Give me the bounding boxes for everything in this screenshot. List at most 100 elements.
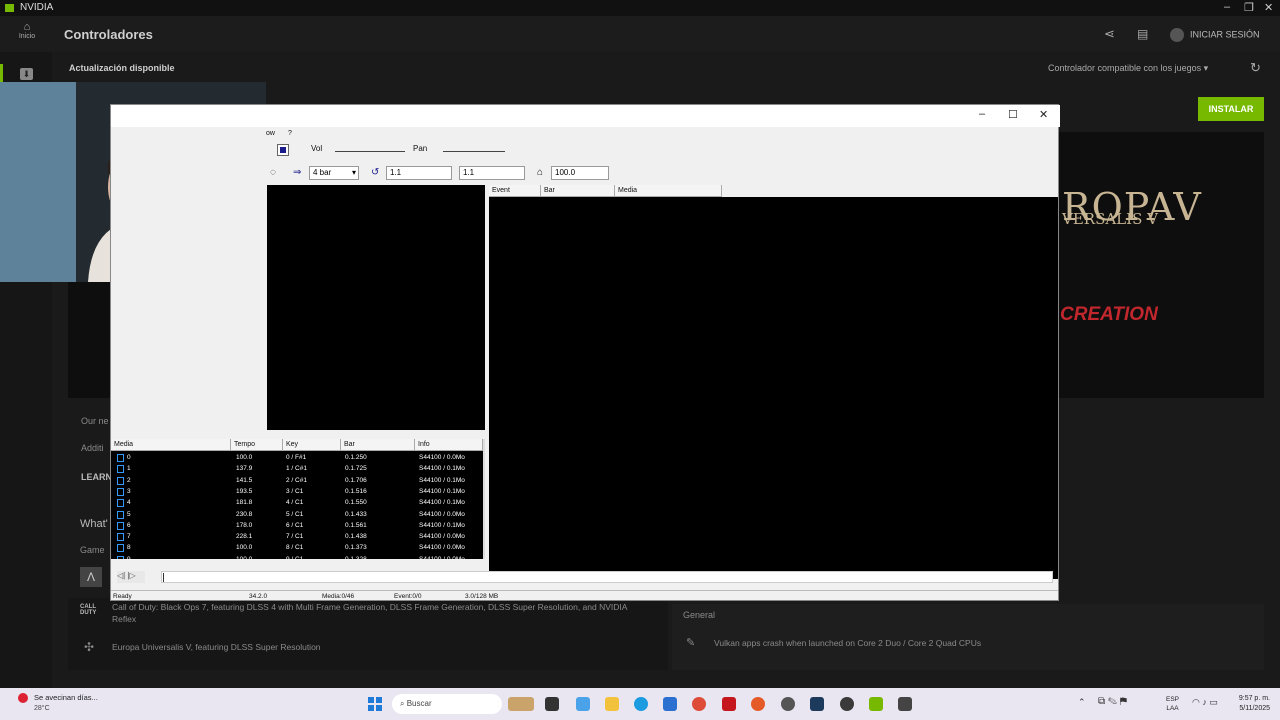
taskbar-search[interactable]: ⌕ Buscar [392,694,502,714]
side-text-3[interactable]: LEARN [81,472,112,482]
game-item-cod[interactable]: Call of Duty: Black Ops 7, featuring DLS… [112,601,652,625]
loop-start-field[interactable]: 1.1 [386,166,452,180]
playhead[interactable] [163,573,164,582]
edge-icon[interactable] [634,697,648,711]
arrow-icon[interactable]: ⇒ [293,167,301,178]
menu-window[interactable]: ow [266,130,275,137]
maximize-icon[interactable]: ☐ [1008,108,1018,121]
tray-icons[interactable]: ⧉ ✎ ⚑ [1098,696,1127,707]
steam-icon[interactable] [810,697,824,711]
restore-icon[interactable]: ❐ [1244,1,1254,14]
media-id: 6 [127,521,131,529]
refresh-icon[interactable]: ↻ [1250,60,1261,76]
driver-type-select[interactable]: Controlador compatible con los juegos ▾ [1048,63,1208,74]
share-icon[interactable]: ⋖ [1104,26,1115,42]
copilot-icon[interactable] [576,697,590,711]
status-tempo: 34.2.0 [249,593,268,600]
loop-end-field[interactable]: 1.1 [459,166,525,180]
col-media[interactable]: Media [615,185,722,197]
app-icon[interactable] [840,697,854,711]
close-icon[interactable]: ✕ [1039,108,1048,121]
media-key: 5 / C1 [286,510,304,518]
feedback-icon[interactable]: ▤ [1137,27,1148,41]
media-player-icon[interactable] [751,697,765,711]
audio-file-icon [117,533,124,542]
clock[interactable]: 9:57 p. m. 5/11/2025 [1230,694,1270,714]
acrobat-icon[interactable] [722,697,736,711]
col-bar[interactable]: Bar [541,185,615,197]
media-row[interactable]: 1 137.9 1 / C#1 0.1.725 S44100 / 0.1Mo [111,464,483,475]
issue-item: Vulkan apps crash when launched on Core … [714,638,982,648]
tempo-value: 100.0 [555,168,576,177]
media-id: 3 [127,487,131,495]
minimize-icon[interactable]: – [1224,1,1230,13]
track-view[interactable] [267,185,485,430]
close-icon[interactable]: ✕ [1264,1,1273,14]
driver-type-label: Controlador compatible con los juegos [1048,63,1202,73]
vol-slider[interactable] [335,151,405,152]
chatgpt-icon[interactable] [781,697,795,711]
game-item-eu[interactable]: Europa Universalis V, featuring DLSS Sup… [112,642,321,652]
media-tempo: 178.0 [236,521,253,529]
metronome-icon[interactable]: ◌ [270,167,276,178]
widgets-icon[interactable] [508,697,534,711]
media-list[interactable]: 0 100.0 0 / F#1 0.1.250 S44100 / 0.0Mo 1 137.9… [111,451,483,559]
event-list[interactable] [489,197,1058,579]
language-indicator[interactable]: ESP LAA [1166,695,1179,713]
media-row[interactable]: 2 141.5 2 / C#1 0.1.706 S44100 / 0.1Mo [111,476,483,487]
media-bar: 0.1.706 [345,476,367,484]
home-nav[interactable]: ⌂ Inicio [12,21,42,40]
col-bar-media[interactable]: Bar [341,439,415,451]
loop-icon[interactable]: ↺ [371,167,379,178]
wifi-icon[interactable]: ◠ ♪ ▭ [1192,697,1218,708]
media-tempo: 230.8 [236,510,253,518]
col-info[interactable]: Info [415,439,483,451]
col-key[interactable]: Key [283,439,341,451]
media-id: 7 [127,533,131,541]
audio-file-icon [117,454,124,462]
nvidia-taskbar-icon[interactable] [869,697,883,711]
media-scrollbar[interactable] [483,439,485,559]
start-icon[interactable] [368,697,382,711]
app-name: NVIDIA [20,2,54,13]
bar-select[interactable]: 4 bar ▾ [309,166,359,180]
install-button[interactable]: INSTALAR [1198,97,1264,121]
avatar-icon [1170,28,1184,42]
media-row[interactable]: 8 100.0 8 / C1 0.1.373 S44100 / 0.0Mo [111,543,483,554]
stop-button[interactable] [277,144,289,156]
media-bar: 0.1.328 [345,556,367,559]
file-explorer-icon[interactable] [605,697,619,711]
media-row[interactable]: 5 230.8 5 / C1 0.1.433 S44100 / 0.0Mo [111,510,483,521]
weather-text[interactable]: Se avecinan días... [34,693,98,702]
download-icon[interactable]: ⬇ [20,68,33,80]
media-row[interactable]: 6 178.0 6 / C1 0.1.561 S44100 / 0.1Mo [111,521,483,532]
col-event[interactable]: Event [489,185,541,197]
login-button[interactable]: INICIAR SESIÓN [1170,28,1260,42]
rewind-icon[interactable]: ◁| [117,571,125,580]
tempo-field[interactable]: 100.0 [551,166,609,180]
task-view-icon[interactable] [545,697,559,711]
timeline-scrollbar[interactable] [161,571,1053,583]
forward-icon[interactable]: |▷ [127,571,135,580]
daw-taskbar-icon[interactable] [898,697,912,711]
transport-buttons[interactable]: ◁| |▷ [117,571,145,583]
weather-alert-icon [18,693,28,703]
media-row[interactable]: 9 100.0 9 / C1 0.1.328 S44100 / 0.0Mo [111,555,483,559]
audio-file-icon [117,476,124,485]
media-row[interactable]: 7 228.1 7 / C1 0.1.438 S44100 / 0.0Mo [111,532,483,543]
media-info: S44100 / 0.1Mo [419,476,465,484]
store-icon[interactable] [663,697,677,711]
clock-time: 9:57 p. m. [1238,695,1270,702]
media-row[interactable]: 0 100.0 0 / F#1 0.1.250 S44100 / 0.0Mo [111,453,483,464]
media-row[interactable]: 4 181.8 4 / C1 0.1.550 S44100 / 0.1Mo [111,498,483,509]
minimize-icon[interactable]: – [979,108,985,120]
col-tempo[interactable]: Tempo [231,439,283,451]
chrome-icon[interactable] [692,697,706,711]
pan-slider[interactable] [443,151,505,152]
media-tempo: 141.5 [236,476,253,484]
media-tempo: 100.0 [236,544,253,552]
col-media-name[interactable]: Media [111,439,231,451]
menu-help[interactable]: ? [288,130,292,137]
media-row[interactable]: 3 193.5 3 / C1 0.1.516 S44100 / 0.1Mo [111,487,483,498]
chevron-up-icon[interactable]: ⌃ [1078,697,1086,708]
